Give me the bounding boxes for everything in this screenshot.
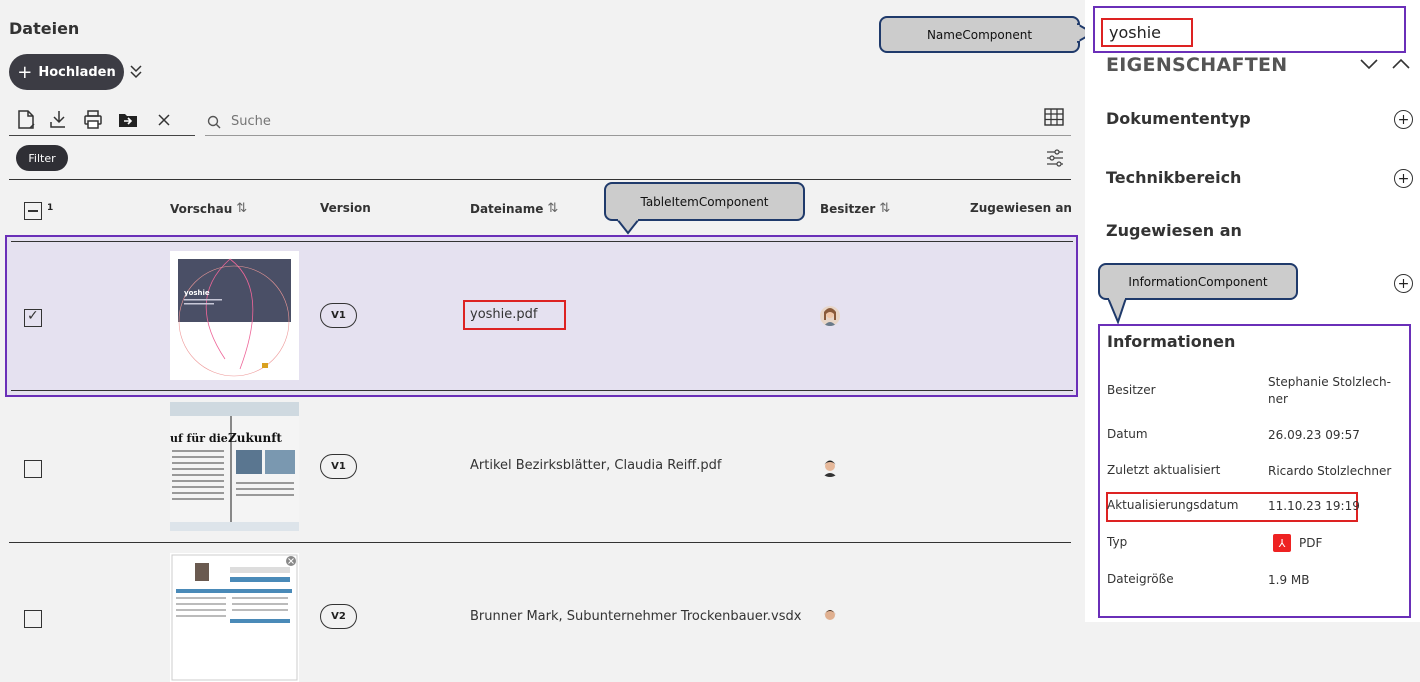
page-title: Dateien bbox=[9, 19, 80, 38]
thumbnail-text: yoshie bbox=[184, 289, 210, 297]
version-badge[interactable]: V1 bbox=[320, 454, 357, 479]
search-input[interactable] bbox=[231, 114, 631, 129]
column-header-preview[interactable]: Vorschau ⇅ bbox=[170, 201, 247, 216]
info-value-last-updated: Ricardo Stolzlechner bbox=[1268, 464, 1392, 478]
info-value-file-size: 1.9 MB bbox=[1268, 573, 1310, 587]
row-checkbox[interactable] bbox=[24, 308, 42, 327]
filter-button[interactable]: Filter bbox=[16, 145, 68, 171]
callout-pointer bbox=[617, 219, 639, 235]
document-preview-image: uf für die Zukunft bbox=[170, 402, 299, 531]
column-header-filename[interactable]: Dateiname ⇅ bbox=[470, 201, 558, 216]
select-all-checkbox[interactable] bbox=[24, 202, 42, 220]
section-assigned-to[interactable]: Zugewiesen an bbox=[1106, 221, 1242, 240]
close-icon[interactable] bbox=[152, 108, 176, 132]
row-checkbox[interactable] bbox=[24, 610, 42, 628]
thumbnail-text-left: uf für die bbox=[170, 432, 228, 445]
column-label: Version bbox=[320, 201, 371, 215]
owner-avatar bbox=[820, 306, 840, 326]
sort-icon[interactable]: ⇅ bbox=[236, 201, 247, 216]
info-label-owner: Besitzer bbox=[1107, 383, 1156, 397]
table-top-divider bbox=[9, 179, 1071, 180]
name-component bbox=[1093, 6, 1406, 53]
column-label: Besitzer bbox=[820, 201, 876, 216]
info-label-date: Datum bbox=[1107, 427, 1148, 441]
preview-thumbnail[interactable]: uf für die Zukunft bbox=[170, 402, 299, 531]
info-value-update-date: 11.10.23 19:19 bbox=[1268, 499, 1360, 513]
document-name-input[interactable] bbox=[1101, 18, 1193, 47]
callout-pointer bbox=[1108, 298, 1128, 324]
column-label: Vorschau bbox=[170, 201, 233, 216]
plus-icon: + bbox=[17, 61, 33, 83]
upload-label: Hochladen bbox=[38, 64, 116, 80]
search-icon bbox=[207, 115, 221, 128]
pdf-icon: ⅄ bbox=[1273, 534, 1291, 552]
new-document-icon[interactable] bbox=[14, 108, 38, 132]
column-header-version: Version bbox=[320, 201, 371, 215]
chevron-up-icon[interactable] bbox=[1391, 57, 1411, 71]
column-label: Zugewiesen an bbox=[970, 201, 1072, 215]
info-value-owner: Stephanie Stolzlech-ner bbox=[1268, 375, 1391, 406]
filename[interactable]: yoshie.pdf bbox=[470, 307, 537, 322]
search-bar[interactable] bbox=[205, 108, 1071, 136]
add-document-type-icon[interactable]: + bbox=[1394, 110, 1413, 129]
owner-avatar bbox=[820, 457, 840, 477]
properties-title: EIGENSCHAFTEN bbox=[1106, 54, 1288, 76]
files-panel: Dateien + Hochladen Fi bbox=[0, 0, 1085, 682]
chevron-down-icon[interactable] bbox=[1359, 57, 1379, 71]
information-callout: InformationComponent bbox=[1098, 263, 1298, 300]
thumbnail-text-right: Zukunft bbox=[228, 431, 282, 445]
name-callout: NameComponent bbox=[879, 16, 1080, 53]
print-icon[interactable] bbox=[81, 108, 105, 132]
section-technical-area[interactable]: Technikbereich bbox=[1106, 168, 1241, 187]
section-document-type[interactable]: Dokumententyp bbox=[1106, 109, 1251, 128]
owner-avatar bbox=[820, 606, 840, 626]
column-header-owner[interactable]: Besitzer ⇅ bbox=[820, 201, 890, 216]
double-chevron-down-icon[interactable] bbox=[128, 60, 144, 82]
info-label-update-date: Aktualisierungsdatum bbox=[1107, 498, 1239, 512]
add-technical-area-icon[interactable]: + bbox=[1394, 169, 1413, 188]
row-divider bbox=[11, 390, 1073, 391]
column-header-assigned: Zugewiesen an bbox=[970, 201, 1072, 215]
filename[interactable]: Artikel Bezirksblätter, Claudia Reiff.pd… bbox=[470, 458, 721, 473]
preview-thumbnail[interactable]: yoshie bbox=[170, 251, 299, 380]
version-badge[interactable]: V1 bbox=[320, 303, 357, 328]
column-label: Dateiname bbox=[470, 201, 544, 216]
table-view-icon[interactable] bbox=[1043, 106, 1065, 128]
sliders-icon[interactable] bbox=[1045, 149, 1065, 167]
info-value-type: PDF bbox=[1299, 536, 1323, 550]
info-label-file-size: Dateigröße bbox=[1107, 572, 1174, 586]
information-component: Informationen Besitzer Stephanie Stolzle… bbox=[1098, 324, 1411, 618]
document-preview-image: yoshie bbox=[170, 251, 299, 380]
sort-icon[interactable]: ⇅ bbox=[547, 201, 558, 216]
info-label-last-updated: Zuletzt aktualisiert bbox=[1107, 463, 1221, 477]
sort-icon[interactable]: ⇅ bbox=[879, 201, 890, 216]
information-title: Informationen bbox=[1107, 332, 1236, 351]
preview-thumbnail[interactable] bbox=[170, 553, 299, 682]
download-icon[interactable] bbox=[47, 108, 71, 132]
document-preview-image bbox=[170, 553, 299, 682]
row-checkbox[interactable] bbox=[24, 460, 42, 478]
info-label-type: Typ bbox=[1107, 535, 1128, 549]
selected-count: 1 bbox=[47, 203, 54, 213]
upload-button[interactable]: + Hochladen bbox=[9, 54, 124, 90]
move-to-folder-icon[interactable] bbox=[116, 108, 140, 132]
info-value-date: 26.09.23 09:57 bbox=[1268, 428, 1360, 442]
row-divider bbox=[9, 542, 1071, 543]
add-assignee-icon[interactable]: + bbox=[1394, 274, 1413, 293]
version-badge[interactable]: V2 bbox=[320, 604, 357, 629]
toolbar-divider bbox=[9, 135, 195, 136]
table-item-callout: TableItemComponent bbox=[604, 182, 805, 221]
row-divider bbox=[11, 241, 1073, 242]
